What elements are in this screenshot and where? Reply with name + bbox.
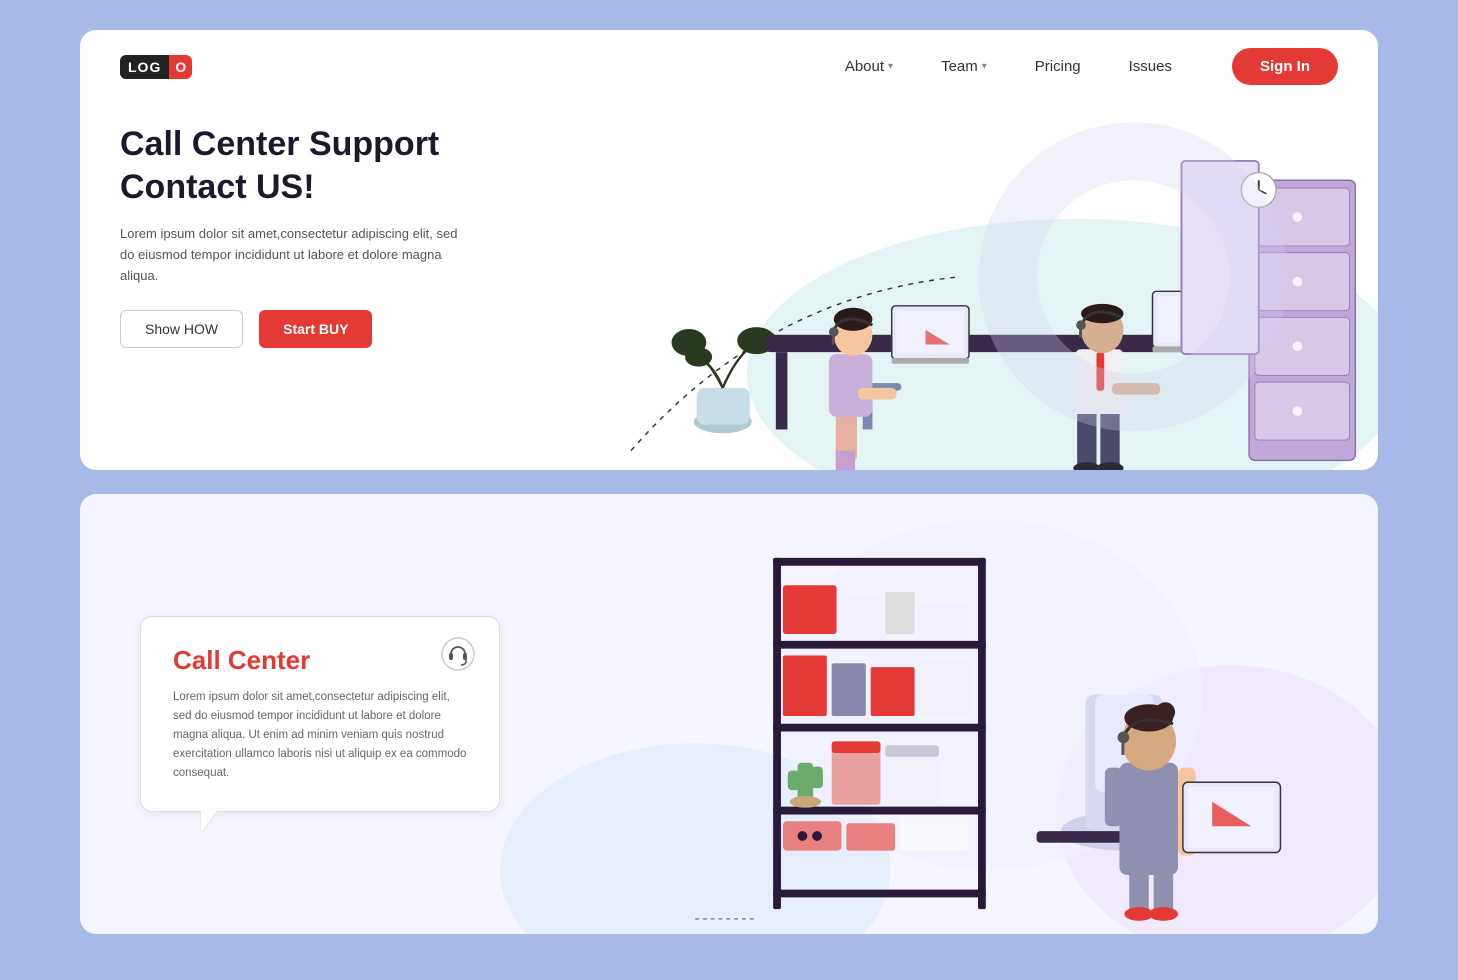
card-text: Lorem ipsum dolor sit amet,consectetur a… (173, 688, 467, 783)
section-hero: LOGO About ▾ Team ▾ Pricing Issues Sign … (80, 30, 1378, 470)
card-title: Call Center (173, 645, 467, 676)
hero-text: Call Center Support Contact US! Lorem ip… (80, 103, 560, 470)
nav-issues[interactable]: Issues (1129, 58, 1172, 75)
logo-text: LOG (120, 55, 169, 79)
chevron-down-icon: ▾ (888, 61, 893, 72)
section2-illustration (500, 494, 1378, 934)
logo-o: O (169, 55, 192, 79)
hero-subtitle: Lorem ipsum dolor sit amet,consectetur a… (120, 224, 460, 286)
hero-title: Call Center Support Contact US! (120, 123, 520, 208)
nav-pricing[interactable]: Pricing (1035, 58, 1081, 75)
chat-card: Call Center Lorem ipsum dolor sit amet,c… (140, 616, 500, 812)
logo: LOGO (120, 55, 192, 79)
show-how-button[interactable]: Show HOW (120, 310, 243, 348)
signin-button[interactable]: Sign In (1232, 48, 1338, 85)
headset-icon (441, 637, 475, 676)
nav-links: About ▾ Team ▾ Pricing Issues (845, 58, 1172, 75)
nav-about[interactable]: About ▾ (845, 58, 893, 75)
start-buy-button[interactable]: Start BUY (259, 310, 372, 348)
section-callcenter: Call Center Lorem ipsum dolor sit amet,c… (80, 494, 1378, 934)
navbar: LOGO About ▾ Team ▾ Pricing Issues Sign … (80, 30, 1378, 103)
nav-team[interactable]: Team ▾ (941, 58, 987, 75)
hero-buttons: Show HOW Start BUY (120, 310, 520, 348)
hero-area: Call Center Support Contact US! Lorem ip… (80, 103, 1378, 470)
chevron-down-icon: ▾ (982, 61, 987, 72)
hero-illustration (560, 103, 1378, 470)
